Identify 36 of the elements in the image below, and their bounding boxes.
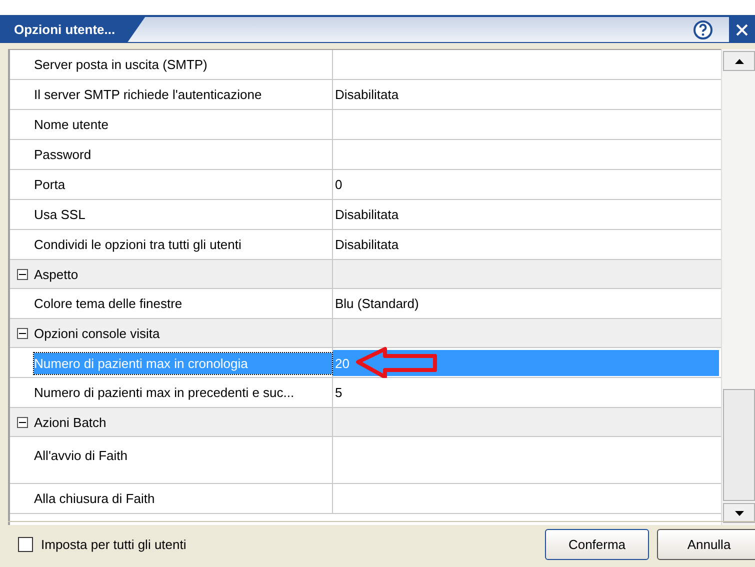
collapse-icon[interactable] [17,328,28,338]
property-name[interactable]: Alla chiusura di Faith [34,488,332,509]
up-arrow-icon[interactable] [734,58,744,64]
category-label: Opzioni console visita [34,326,160,340]
property-name[interactable]: Nome utente [34,114,332,135]
close-icon[interactable] [736,24,748,36]
property-value[interactable]: Disabilitata [335,207,399,222]
property-value[interactable]: Disabilitata [335,87,399,102]
property-name[interactable]: Password [34,144,332,165]
property-name[interactable]: Numero di pazienti max in precedenti e suc... [34,382,332,403]
collapse-icon[interactable] [17,268,28,280]
property-value[interactable]: 0 [335,177,342,192]
scrollbar[interactable] [721,49,755,525]
collapse-icon[interactable] [17,416,28,428]
checkbox[interactable] [18,537,33,552]
arrow-icon [355,346,440,380]
property-name[interactable]: All'avvio di Faith [34,445,332,466]
checkbox-label: Imposta per tutti gli utenti [41,537,188,552]
scroll-thumb[interactable] [723,389,755,501]
property-value[interactable]: 5 [335,385,342,400]
dialog-button[interactable]: Annulla [657,529,755,560]
category-label: Azioni Batch [34,414,106,430]
down-arrow-icon[interactable] [734,510,744,516]
property-name[interactable]: Il server SMTP richiede l'autenticazione [34,84,332,105]
property-value[interactable]: Blu (Standard) [335,296,419,311]
property-name[interactable]: Porta [34,174,332,195]
property-name[interactable]: Usa SSL [34,204,332,225]
property-name[interactable]: Condividi le opzioni tra tutti gli utenti [34,234,332,255]
close-button[interactable] [729,17,755,42]
help-icon[interactable] [693,20,713,40]
property-name[interactable]: Colore tema delle finestre [34,293,332,314]
window-title: Opzioni utente... [0,17,146,42]
property-name[interactable]: Server posta in uscita (SMTP) [34,54,332,75]
category-label: Aspetto [34,266,78,282]
dialog-button[interactable]: Conferma [545,529,649,560]
property-value[interactable]: Disabilitata [335,237,399,252]
